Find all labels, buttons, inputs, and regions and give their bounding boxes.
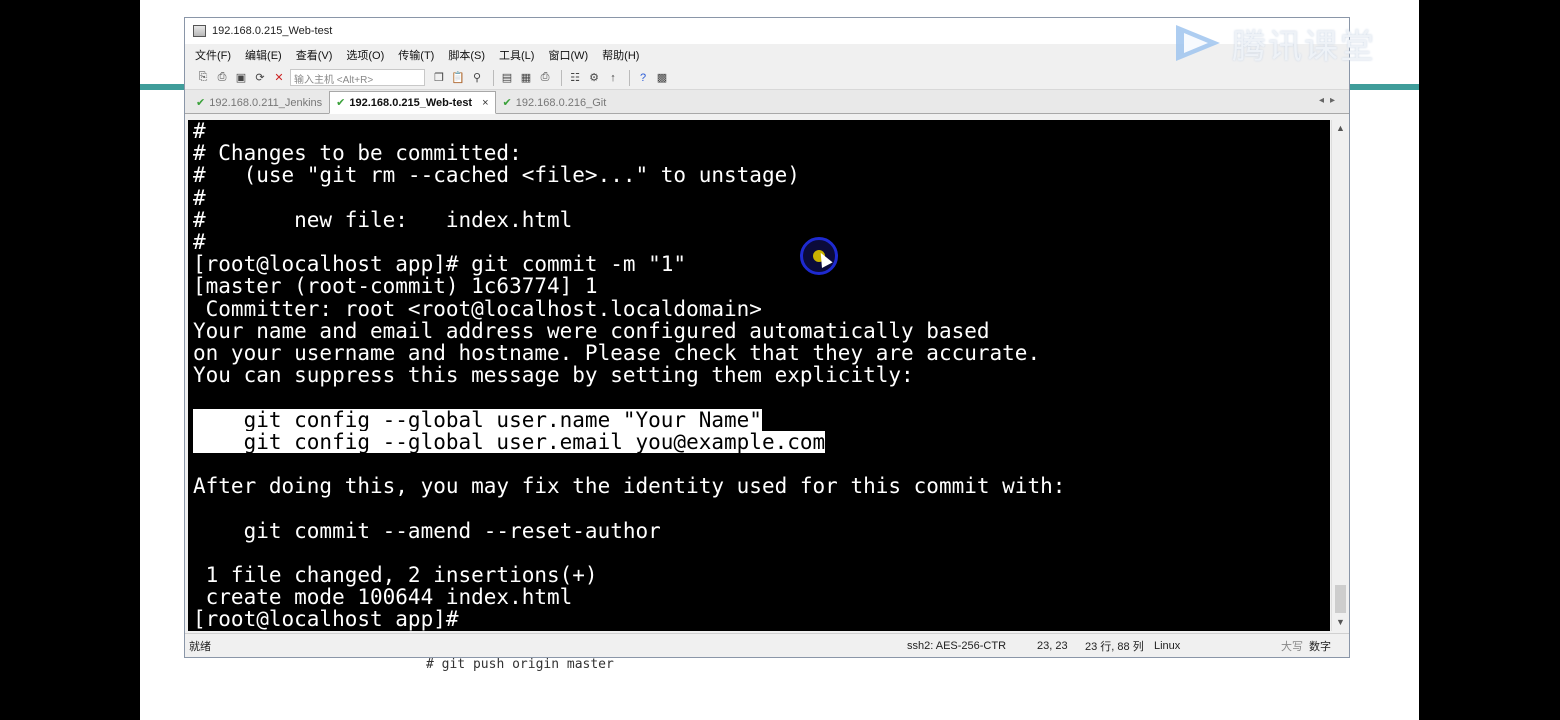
print-icon[interactable]: ⎙ [537,70,553,86]
slide-accent-line-right [1348,84,1419,90]
toolbar: ⎘ ⎙ ▣ ⟳ ✕ 输入主机 <Alt+R> ❐ 📋 ⚲ ▤ ▦ ⎙ ☷ ⚙ ↑… [185,66,1349,90]
status-ready: 就绪 [189,640,211,653]
tab-git[interactable]: ✔ 192.168.0.216_Git [496,92,614,113]
terminal-line: # new file: index.html [193,207,573,232]
terminal-line: create mode 100644 index.html [193,585,573,610]
scroll-down-icon[interactable]: ▼ [1332,614,1349,631]
terminal-line: # [193,120,206,143]
menu-options[interactable]: 选项(O) [346,47,384,63]
terminal-line: # [193,185,206,210]
tab-label: 192.168.0.215_Web-test [349,96,473,109]
scroll-up-icon[interactable]: ▲ [1332,120,1349,137]
copy-icon[interactable]: ❐ [431,70,447,86]
terminal-line: on your username and hostname. Please ch… [193,341,1041,365]
terminal-line: # Changes to be committed: [193,141,522,166]
terminal-line: [root@localhost app]# [193,607,459,631]
terminal-line: [master (root-commit) 1c63774] 1 [193,274,598,299]
global-options-icon[interactable]: ⚙ [586,70,602,86]
play-logo-icon [1176,25,1220,61]
terminal-line: You can suppress this message by setting… [193,363,914,388]
tab-label: 192.168.0.216_Git [515,96,607,109]
connect-tab-icon[interactable]: ▣ [233,70,249,86]
terminal-line: git config --global user.name "Your Name… [193,407,762,432]
tab-close-icon[interactable]: × [482,97,488,109]
status-os: Linux [1154,639,1181,652]
terminal-line: # (use "git rm --cached <file>..." to un… [193,163,800,188]
terminal-line: git commit --amend --reset-author [193,518,661,543]
connected-check-icon: ✔ [502,97,512,109]
slide-accent-line-left [140,84,185,90]
status-caps-lock: 大写 [1281,640,1303,653]
tab-jenkins[interactable]: ✔ 192.168.0.211_Jenkins [189,92,329,113]
terminal-line: After doing this, you may fix the identi… [193,474,1066,499]
terminal-line: # [193,230,206,254]
status-num-lock: 数字 [1309,640,1331,653]
terminal-output[interactable]: # # Changes to be committed: # (use "git r… [188,120,1330,631]
find-icon[interactable]: ⚲ [469,70,485,86]
tab-label: 192.168.0.211_Jenkins [209,96,323,109]
status-cipher: ssh2: AES-256-CTR [907,639,1007,652]
host-input[interactable]: 输入主机 <Alt+R> [290,69,425,86]
terminal-line: 1 file changed, 2 insertions(+) [193,563,598,587]
paste-icon[interactable]: 📋 [450,70,466,86]
toolbar-separator [561,69,562,86]
sftp-icon[interactable]: ▩ [654,70,670,86]
help-icon[interactable]: ? [635,70,651,86]
status-rows-cols: 23 行, 88 列 [1085,640,1144,653]
connected-check-icon: ✔ [196,97,206,109]
reconnect-icon[interactable]: ⟳ [252,70,268,86]
print-selection-icon[interactable]: ▦ [518,70,534,86]
print-setup-icon[interactable]: ▤ [499,70,515,86]
menu-tools[interactable]: 工具(L) [499,47,534,63]
tencent-classroom-logo: 腾讯课堂 [1168,18,1383,68]
terminal-line: [root@localhost app]# git commit -m "1" [193,252,687,277]
quick-connect-icon[interactable]: ⎙ [214,70,230,86]
menu-file[interactable]: 文件(F) [195,47,231,63]
menu-transfer[interactable]: 传输(T) [398,47,434,63]
scrollbar-thumb[interactable] [1335,585,1346,613]
toolbar-separator [493,69,494,86]
menu-edit[interactable]: 编辑(E) [245,47,282,63]
app-icon [193,25,206,37]
keymap-icon[interactable]: ↑ [605,70,621,86]
session-tabbar: ✔ 192.168.0.211_Jenkins ✔ 192.168.0.215_… [185,90,1349,114]
status-cursor-position: 23, 23 [1037,639,1068,652]
session-options-icon[interactable]: ☷ [567,70,583,86]
menu-view[interactable]: 查看(V) [296,47,333,63]
connected-check-icon: ✔ [336,97,346,109]
terminal-line: Committer: root <root@localhost.localdom… [193,296,762,321]
menu-window[interactable]: 窗口(W) [548,47,588,63]
securecrt-window: 192.168.0.215_Web-test 文件(F) 编辑(E) 查看(V)… [184,17,1350,658]
slide-background-text: # git push origin master [426,657,614,672]
window-title: 192.168.0.215_Web-test [212,25,333,37]
tab-scroll-arrows-icon[interactable]: ◂▸ [1319,95,1341,106]
status-bar: 就绪 ssh2: AES-256-CTR 23, 23 23 行, 88 列 L… [185,633,1349,657]
logo-text: 腾讯课堂 [1232,26,1376,67]
menu-script[interactable]: 脚本(S) [448,47,485,63]
connect-icon[interactable]: ⎘ [195,70,211,86]
terminal-scrollbar[interactable]: ▲ ▼ [1331,120,1348,631]
terminal-line: Your name and email address were configu… [193,318,990,343]
toolbar-separator [629,69,630,86]
menu-help[interactable]: 帮助(H) [602,47,639,63]
terminal-line: git config --global user.email you@examp… [193,429,826,454]
tab-web-test[interactable]: ✔ 192.168.0.215_Web-test × [329,91,496,114]
disconnect-icon[interactable]: ✕ [271,70,287,86]
